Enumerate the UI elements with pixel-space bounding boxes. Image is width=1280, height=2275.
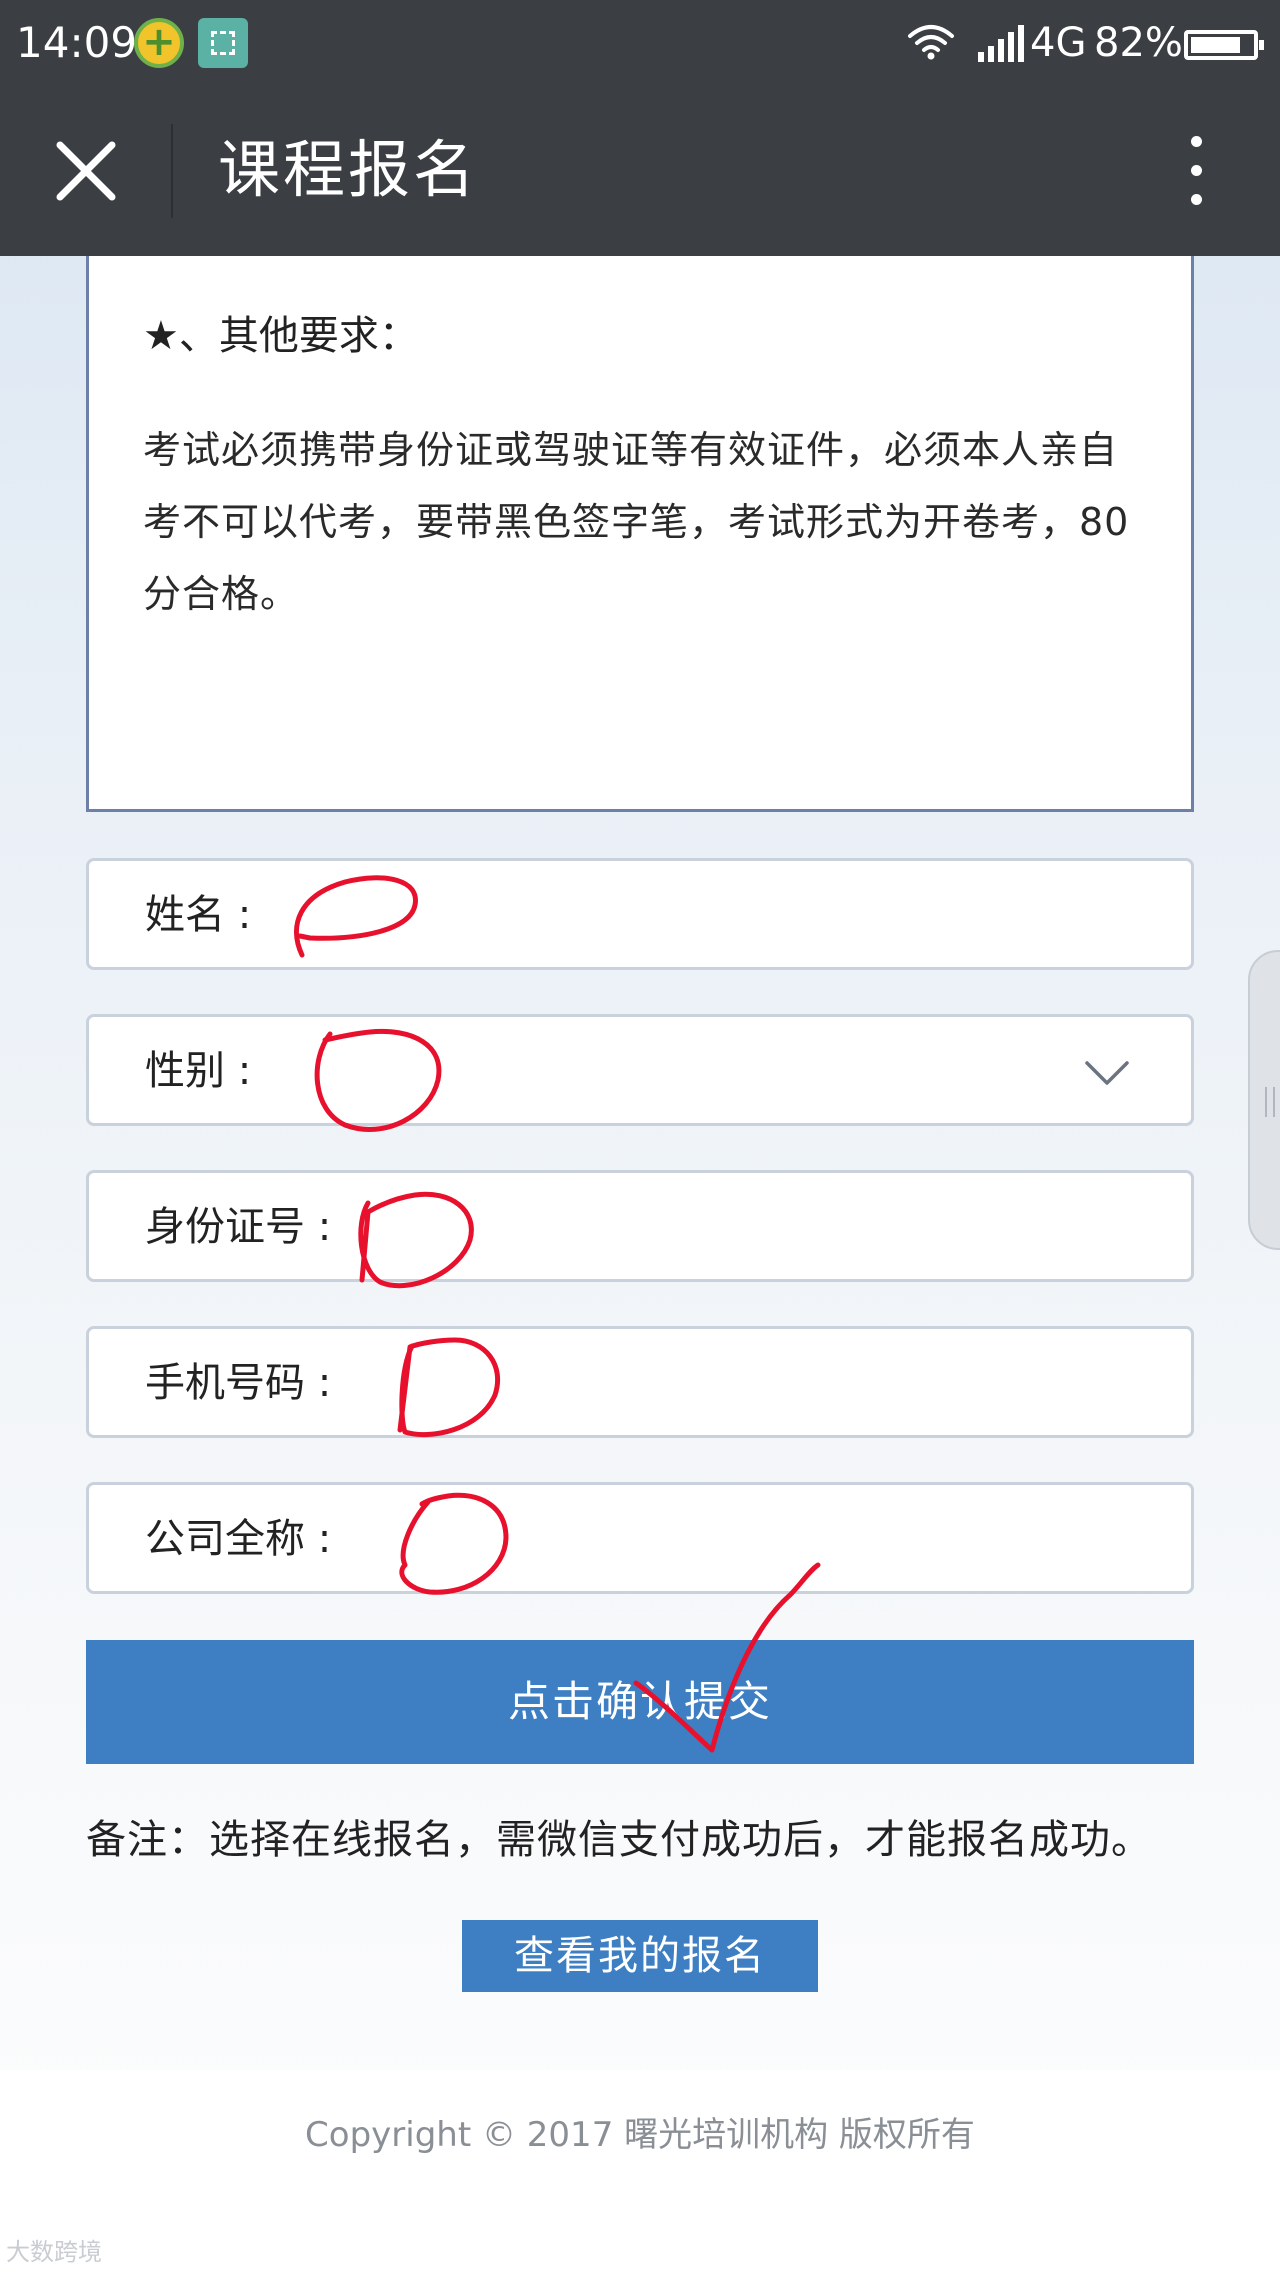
- side-drawer-handle[interactable]: [1248, 950, 1280, 1250]
- close-icon[interactable]: [46, 131, 126, 211]
- status-bar: 14:09 4G 82%: [0, 0, 1280, 86]
- chevron-down-icon[interactable]: [1079, 1045, 1135, 1101]
- company-label: 公司全称 :: [145, 1516, 332, 1562]
- cellular-signal-icon: [978, 25, 1024, 62]
- company-input[interactable]: [389, 1503, 1173, 1577]
- name-label: 姓名 :: [145, 892, 252, 938]
- header-divider: [171, 124, 173, 218]
- phone-field[interactable]: 手机号码 :: [86, 1326, 1194, 1438]
- company-field[interactable]: 公司全称 :: [86, 1482, 1194, 1594]
- id-number-label: 身份证号 :: [145, 1204, 332, 1250]
- app-notification-icon: [134, 18, 184, 68]
- submit-button[interactable]: 点击确认提交: [86, 1640, 1194, 1764]
- copyright-text: Copyright © 2017 曙光培训机构 版权所有: [305, 2115, 975, 2155]
- name-field[interactable]: 姓名 :: [86, 858, 1194, 970]
- page-title: 课程报名: [218, 133, 479, 206]
- wifi-icon: [908, 25, 954, 60]
- more-menu-icon[interactable]: [1160, 126, 1230, 216]
- app-header: 课程报名: [0, 86, 1280, 256]
- note-text: 备注：选择在线报名，需微信支付成功后，才能报名成功。: [86, 1817, 1152, 1863]
- battery-icon: [1184, 30, 1264, 60]
- requirements-text: 考试必须携带身份证或驾驶证等有效证件，必须本人亲自考不可以代考，要带黑色签字笔，…: [143, 428, 1130, 616]
- screenshot-icon: [198, 18, 248, 68]
- battery-level: [1191, 37, 1240, 53]
- watermark: 大数跨境: [6, 2238, 102, 2266]
- id-number-field[interactable]: 身份证号 :: [86, 1170, 1194, 1282]
- requirements-heading: ★、其他要求：: [143, 313, 419, 359]
- id-number-input[interactable]: [369, 1191, 1173, 1265]
- status-time: 14:09: [16, 18, 138, 67]
- requirements-card: ★、其他要求： 考试必须携带身份证或驾驶证等有效证件，必须本人亲自考不可以代考，…: [86, 256, 1194, 812]
- phone-label: 手机号码 :: [145, 1360, 332, 1406]
- battery-percent: 82%: [1094, 20, 1183, 66]
- phone-input[interactable]: [389, 1347, 1173, 1421]
- footer: Copyright © 2017 曙光培训机构 版权所有: [0, 2070, 1280, 2275]
- gender-label: 性别 :: [145, 1048, 252, 1094]
- gender-select[interactable]: 性别 :: [86, 1014, 1194, 1126]
- view-my-registration-button[interactable]: 查看我的报名: [462, 1920, 818, 1992]
- name-input[interactable]: [289, 879, 1173, 953]
- network-type: 4G: [1030, 20, 1087, 66]
